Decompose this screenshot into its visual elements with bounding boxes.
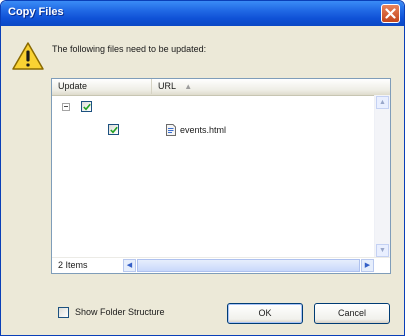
scroll-up-button[interactable]: ▲ bbox=[376, 96, 389, 109]
items-count: 2 Items bbox=[58, 260, 88, 270]
show-folder-structure-label[interactable]: Show Folder Structure bbox=[75, 307, 165, 317]
checkmark-icon bbox=[110, 126, 118, 134]
parent-update-checkbox[interactable] bbox=[81, 101, 92, 112]
scroll-left-button[interactable]: ◀ bbox=[123, 259, 136, 272]
scroll-down-button[interactable]: ▼ bbox=[376, 244, 389, 257]
title-bar[interactable]: Copy Files bbox=[1, 1, 404, 26]
ok-button[interactable]: OK bbox=[227, 303, 303, 324]
collapse-toggle[interactable] bbox=[62, 103, 70, 111]
show-folder-structure-checkbox[interactable] bbox=[58, 307, 69, 318]
file-update-checkbox[interactable] bbox=[108, 124, 119, 135]
column-label-url: URL bbox=[158, 81, 176, 91]
file-name[interactable]: events.html bbox=[180, 125, 226, 135]
horizontal-scroll-thumb[interactable] bbox=[137, 259, 360, 272]
sort-ascending-icon: ▲ bbox=[184, 82, 193, 91]
list-header: Update URL ▲ bbox=[52, 79, 390, 96]
window-title: Copy Files bbox=[8, 6, 64, 18]
html-file-icon bbox=[166, 124, 176, 136]
horizontal-scrollbar[interactable] bbox=[137, 259, 360, 272]
close-button[interactable] bbox=[381, 4, 400, 23]
warning-icon bbox=[12, 42, 44, 70]
copy-files-dialog: Copy Files The following files need to b… bbox=[0, 0, 405, 336]
close-icon bbox=[385, 8, 396, 19]
checkmark-icon bbox=[83, 103, 91, 111]
column-label-update: Update bbox=[58, 81, 88, 91]
message-text: The following files need to be updated: bbox=[52, 44, 207, 54]
cancel-button[interactable]: Cancel bbox=[314, 303, 390, 324]
column-header-update[interactable]: Update bbox=[52, 79, 152, 94]
scroll-right-button[interactable]: ▶ bbox=[361, 259, 374, 272]
vertical-scrollbar[interactable]: ▲ ▼ bbox=[374, 95, 390, 258]
column-header-url[interactable]: URL ▲ bbox=[152, 79, 377, 94]
status-and-scroll-row: 2 Items ◀ ▶ bbox=[52, 257, 390, 273]
files-list[interactable]: Update URL ▲ events.html ▲ ▼ 2 Items ◀ ▶ bbox=[51, 78, 391, 274]
